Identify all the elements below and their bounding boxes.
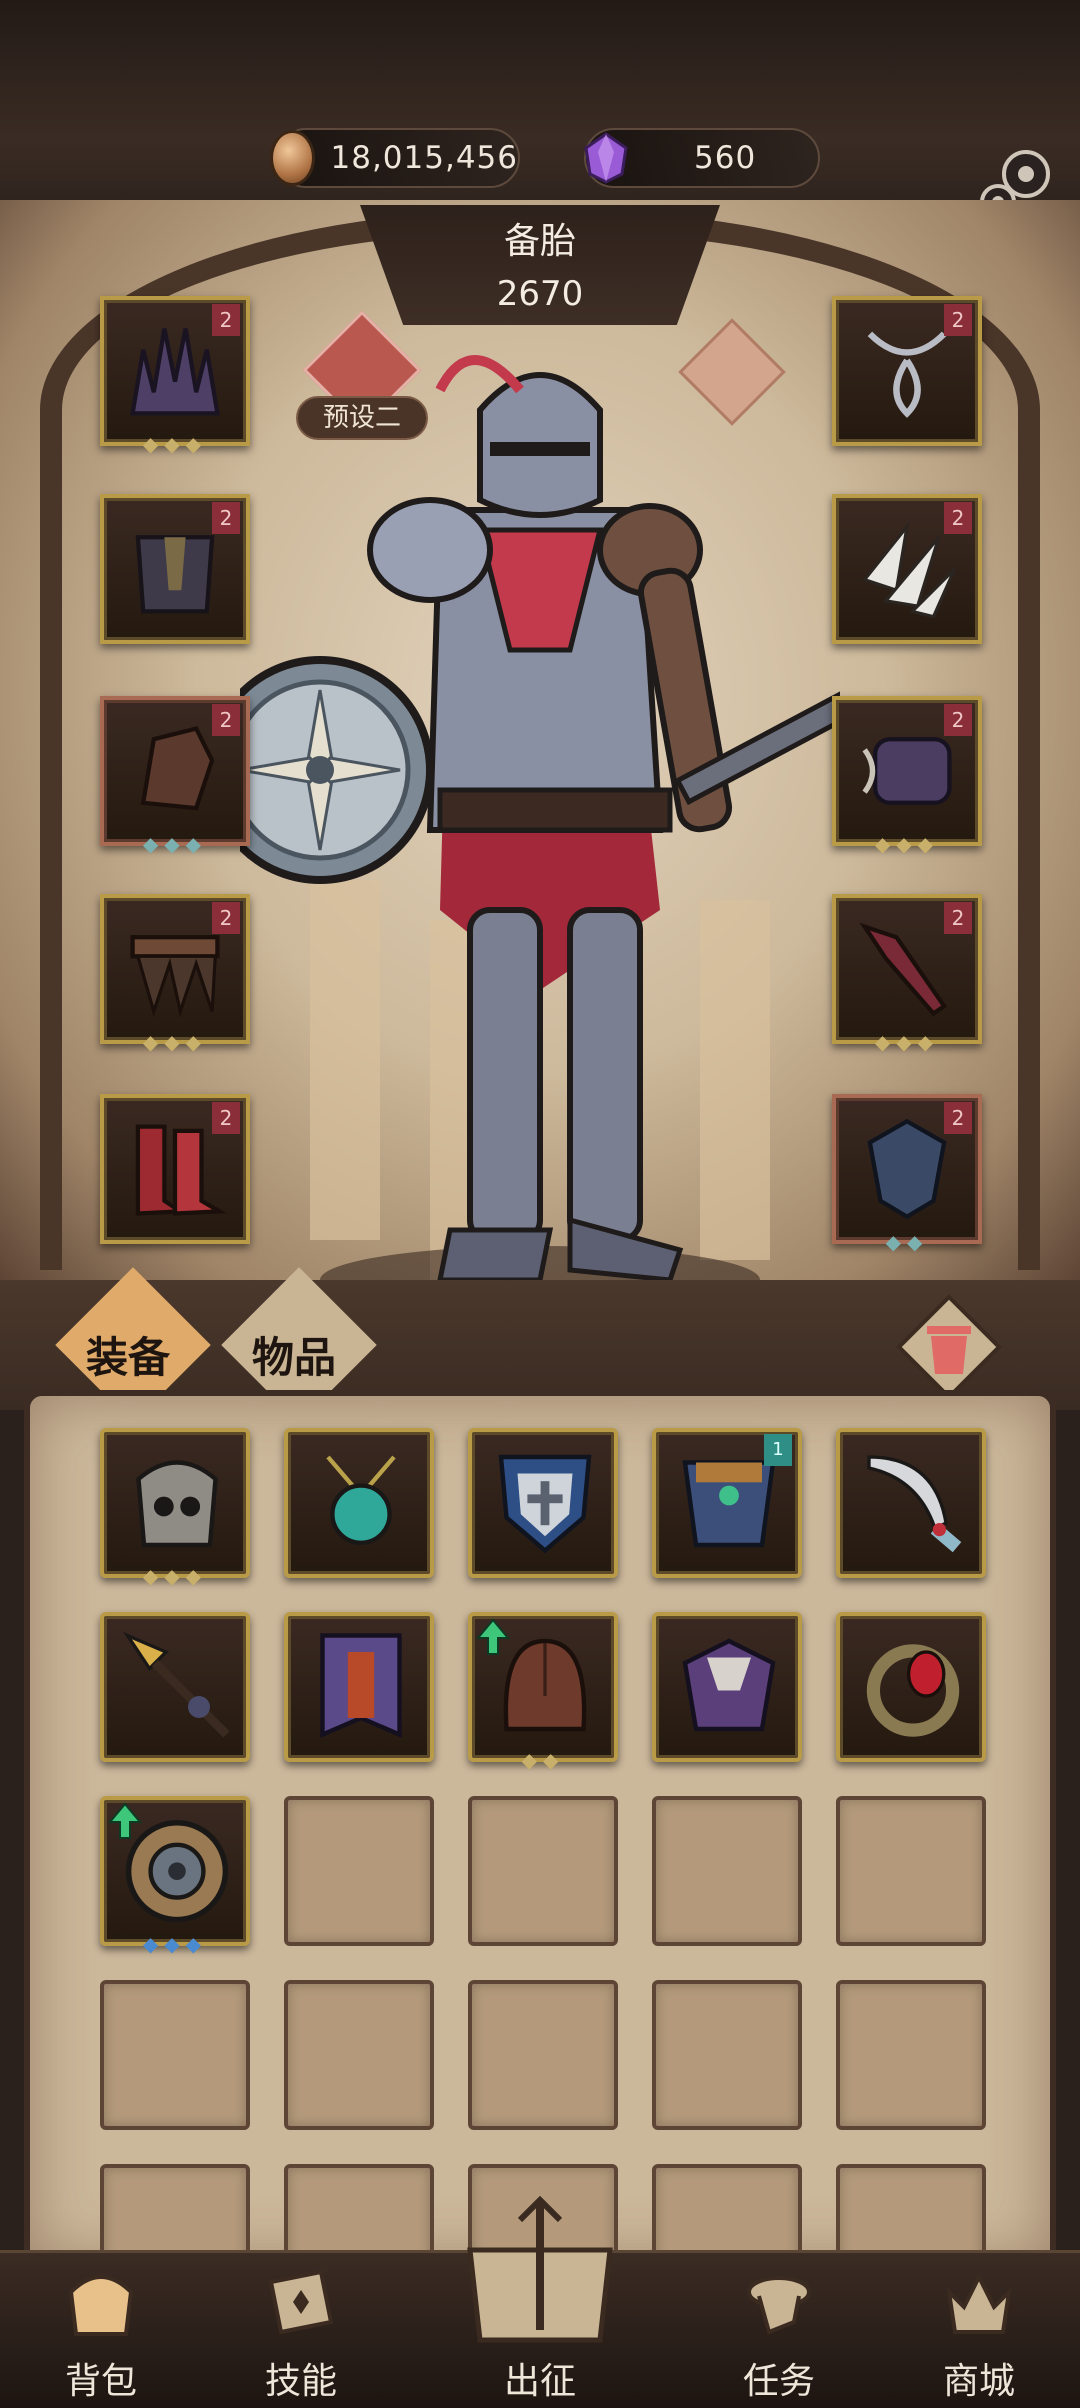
nav-expedition[interactable]: 出征 [430,2190,650,2408]
item-badge: 1 [764,1434,792,1466]
inventory-item-leather-hood[interactable]: ◆◆ [468,1612,618,1772]
inventory-item-golden-spear[interactable] [100,1612,250,1762]
equip-slot-helmet[interactable]: 2 ◆◆◆ [100,296,250,456]
slot-level: 2 [944,502,972,534]
inventory-empty-slot[interactable] [284,1980,434,2130]
nav-label: 任务 [742,2361,815,2402]
inventory-empty-slot[interactable] [836,1796,986,1946]
upgrade-arrow-icon [476,1618,510,1655]
slot-level: 2 [212,902,240,934]
coin-counter[interactable]: 18,015,456 [270,128,520,188]
slot-level: 2 [944,1102,972,1134]
nav-label: 背包 [64,2361,137,2402]
ruby-ring-icon [866,1644,960,1737]
upgrade-arrow-icon [108,1802,142,1839]
beast-skull-armor-icon [682,1638,776,1732]
trash-icon[interactable] [894,1292,1004,1402]
slot-pips: ◆◆◆ [874,832,940,856]
gem-value: 560 [694,140,757,176]
equip-slot-bracer[interactable]: 2 ◆◆◆ [832,696,982,856]
inventory-item-skull-helm[interactable]: ◆◆◆ [100,1428,250,1588]
nav-quests[interactable]: 任务 [704,2262,854,2408]
equip-slot-cape[interactable]: 2 [832,494,982,644]
inventory-empty-slot[interactable] [836,1980,986,2130]
character-name: 备胎 [503,221,576,262]
skill-book-icon [268,2269,334,2335]
nav-label: 技能 [264,2361,337,2402]
inventory-empty-slot[interactable] [468,1980,618,2130]
inventory-empty-slot[interactable] [468,1796,618,1946]
inventory-grid: ◆◆◆ 1 ◆◆ ◆◆◆ [24,1390,1056,2274]
bag-icon [68,2275,134,2336]
inventory-empty-slot[interactable] [652,1980,802,2130]
slot-level: 2 [212,1102,240,1134]
cross-shield-icon [498,1454,592,1554]
inventory-item-cross-shield[interactable] [468,1428,618,1578]
emerald-amulet-icon [326,1455,396,1545]
inventory-item-round-shield[interactable]: ◆◆◆ [100,1796,250,1956]
equip-slot-weapon[interactable]: 2 ◆◆◆ [832,894,982,1054]
coin-value: 18,015,456 [330,140,518,176]
inventory-item-beast-skull-armor[interactable] [652,1612,802,1762]
crown-shop-icon [946,2272,1012,2334]
equip-slot-boots[interactable]: 2 [100,1094,250,1244]
scroll-icon [747,2276,811,2335]
inventory-empty-slot[interactable] [652,1796,802,1946]
nav-label: 商城 [942,2361,1015,2402]
slot-pips: ◆◆◆ [874,1030,940,1054]
inventory-item-emerald-amulet[interactable] [284,1428,434,1578]
knight-character [240,355,840,1314]
skull-helm-icon [136,1460,218,1548]
equip-slot-belt[interactable]: 2 ◆◆◆ [100,894,250,1054]
tab-equipment[interactable]: 装备 [86,1324,170,1385]
slot-pips: ◆◆◆ [142,832,208,856]
expedition-map-icon [467,2195,613,2343]
slot-pips: ◆◆◆ [142,1030,208,1054]
equip-slot-armor[interactable]: 2 [100,494,250,644]
coin-icon [270,130,315,186]
inventory-item-jeweled-chestplate[interactable]: 1 [652,1428,802,1578]
item-pips: ◆◆ [521,1748,565,1772]
nav-skills[interactable]: 技能 [226,2262,376,2408]
nav-shop[interactable]: 商城 [904,2262,1054,2408]
inventory-item-ruby-ring[interactable] [836,1612,986,1762]
slot-pips: ◆◆◆ [142,432,208,456]
curved-dagger-icon [867,1455,962,1553]
inventory-item-rune-banner[interactable] [284,1612,434,1762]
slot-level: 2 [944,902,972,934]
inventory-empty-slot[interactable] [284,1796,434,1946]
slot-level: 2 [212,502,240,534]
top-bar [0,0,1080,200]
inventory-item-curved-dagger[interactable] [836,1428,986,1578]
slot-level: 2 [212,704,240,736]
item-pips: ◆◆◆ [142,1564,208,1588]
equip-slot-shield[interactable]: 2 ◆◆ [832,1094,982,1254]
nav-bag[interactable]: 背包 [26,2262,176,2408]
equip-slot-necklace[interactable]: 2 [832,296,982,446]
rune-banner-icon [320,1633,402,1738]
nav-label: 出征 [503,2361,576,2402]
tab-items[interactable]: 物品 [252,1324,336,1385]
slot-level: 2 [212,304,240,336]
slot-pips: ◆◆ [885,1230,929,1254]
item-pips: ◆◆◆ [142,1932,208,1956]
golden-spear-icon [123,1631,230,1738]
slot-level: 2 [944,704,972,736]
purple-gem-icon [584,132,628,184]
inventory-empty-slot[interactable] [100,1980,250,2130]
gem-counter[interactable]: 560 [584,128,820,188]
slot-level: 2 [944,304,972,336]
character-power: 2670 [496,274,584,314]
equip-slot-gloves[interactable]: 2 ◆◆◆ [100,696,250,856]
